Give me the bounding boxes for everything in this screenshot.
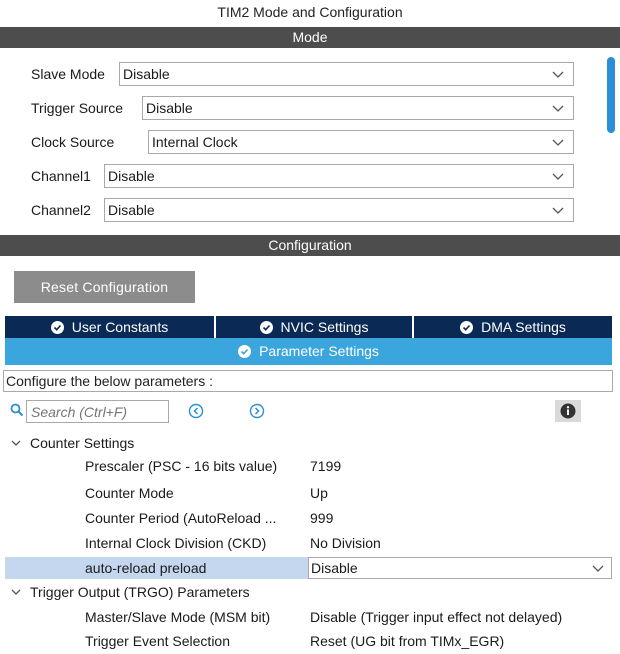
slave-mode-label: Slave Mode xyxy=(31,66,105,82)
tab-dma-settings[interactable]: DMA Settings xyxy=(414,316,612,338)
auto-reload-preload-select[interactable]: Disable xyxy=(308,557,612,579)
next-arrow-icon[interactable] xyxy=(249,403,265,419)
tab-nvic-settings[interactable]: NVIC Settings xyxy=(216,316,412,338)
counter-settings-group[interactable]: Counter Settings xyxy=(10,432,134,454)
info-icon xyxy=(560,403,576,419)
clock-source-select[interactable]: Internal Clock xyxy=(148,130,574,154)
check-circle-icon xyxy=(460,321,474,334)
info-button[interactable] xyxy=(555,400,581,422)
reset-configuration-button[interactable]: Reset Configuration xyxy=(14,271,195,303)
scrollbar-thumb[interactable] xyxy=(607,57,615,133)
tab-label: User Constants xyxy=(71,319,169,335)
channel2-select[interactable]: Disable xyxy=(104,198,574,222)
collapse-chevron-icon xyxy=(11,440,21,446)
param-name: Master/Slave Mode (MSM bit) xyxy=(85,609,271,625)
param-value[interactable]: Disable (Trigger input effect not delaye… xyxy=(310,606,562,628)
selected-param-row[interactable]: auto-reload preload xyxy=(5,557,308,579)
check-circle-icon xyxy=(50,321,64,334)
slave-mode-select[interactable]: Disable xyxy=(119,62,574,86)
param-name: Prescaler (PSC - 16 bits value) xyxy=(85,458,278,474)
param-value[interactable]: 999 xyxy=(310,507,333,529)
tab-parameter-settings[interactable]: Parameter Settings xyxy=(5,338,612,365)
parameters-description: Configure the below parameters : xyxy=(3,370,613,392)
tab-label: NVIC Settings xyxy=(280,319,369,335)
window-title: TIM2 Mode and Configuration xyxy=(217,4,403,20)
param-name: Trigger Event Selection xyxy=(85,633,230,649)
chevron-down-icon xyxy=(552,71,564,78)
channel2-row: Channel2 xyxy=(31,198,91,222)
chevron-down-icon xyxy=(552,105,564,112)
param-name: Counter Mode xyxy=(85,485,174,501)
clock-source-value: Internal Clock xyxy=(152,134,238,150)
slave-mode-value: Disable xyxy=(123,66,170,82)
tab-label: DMA Settings xyxy=(481,319,566,335)
configuration-section-header[interactable]: Configuration xyxy=(0,235,620,256)
mode-panel: Slave Mode Disable Trigger Source Disabl… xyxy=(0,53,620,227)
trigger-source-label: Trigger Source xyxy=(31,100,124,116)
tab-label: Parameter Settings xyxy=(259,343,379,359)
previous-arrow-icon[interactable] xyxy=(188,403,204,419)
clock-source-row: Clock Source xyxy=(31,130,114,154)
channel1-row: Channel1 xyxy=(31,164,91,188)
param-value[interactable]: 7199 xyxy=(310,455,341,477)
channel1-label: Channel1 xyxy=(31,168,91,184)
check-circle-icon xyxy=(238,345,252,358)
chevron-down-icon xyxy=(552,207,564,214)
search-icon[interactable] xyxy=(10,403,24,417)
collapse-chevron-icon xyxy=(11,589,21,595)
trigger-source-row: Trigger Source xyxy=(31,96,123,120)
trigger-source-value: Disable xyxy=(146,100,193,116)
param-value[interactable]: Reset (UG bit from TIMx_EGR) xyxy=(310,630,504,652)
clock-source-label: Clock Source xyxy=(31,134,115,150)
chevron-down-icon xyxy=(552,139,564,146)
tab-user-constants[interactable]: User Constants xyxy=(5,316,214,338)
param-value: Disable xyxy=(311,560,358,576)
chevron-down-icon xyxy=(552,173,564,180)
mode-scrollbar[interactable] xyxy=(604,53,620,227)
chevron-down-icon xyxy=(592,565,604,572)
param-name: Internal Clock Division (CKD) xyxy=(85,535,267,551)
channel1-select[interactable]: Disable xyxy=(104,164,574,188)
trigger-source-select[interactable]: Disable xyxy=(142,96,574,120)
trgo-parameters-group[interactable]: Trigger Output (TRGO) Parameters xyxy=(10,581,250,603)
group-label: Trigger Output (TRGO) Parameters xyxy=(30,584,250,600)
mode-section-header[interactable]: Mode xyxy=(0,27,620,48)
channel2-value: Disable xyxy=(108,202,155,218)
channel2-label: Channel2 xyxy=(31,202,91,218)
channel1-value: Disable xyxy=(108,168,155,184)
param-name: auto-reload preload xyxy=(85,560,207,576)
group-label: Counter Settings xyxy=(30,435,135,451)
slave-mode-row: Slave Mode xyxy=(31,62,105,86)
param-value[interactable]: Up xyxy=(310,482,328,504)
search-input[interactable] xyxy=(26,400,169,423)
param-name: Counter Period (AutoReload ... xyxy=(85,510,277,526)
param-value[interactable]: No Division xyxy=(310,532,381,554)
check-circle-icon xyxy=(259,321,273,334)
